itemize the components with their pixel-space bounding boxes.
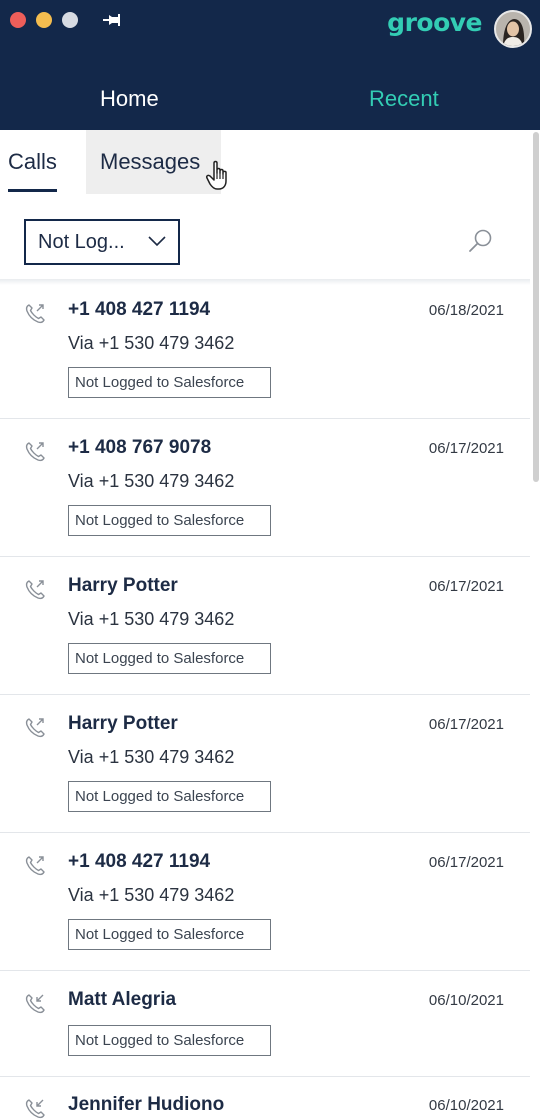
active-tab-indicator bbox=[8, 189, 57, 192]
call-via-number: Via +1 530 479 3462 bbox=[68, 333, 235, 353]
tab-messages-label: Messages bbox=[100, 149, 201, 174]
chevron-down-icon bbox=[148, 236, 166, 247]
tab-calls-label: Calls bbox=[8, 149, 57, 174]
phone-outgoing-icon bbox=[25, 856, 45, 876]
caller-name[interactable]: Harry Potter bbox=[68, 575, 178, 597]
call-row[interactable]: Harry Potter 06/17/2021 Via +1 530 479 3… bbox=[0, 695, 532, 833]
user-avatar[interactable] bbox=[494, 10, 532, 48]
tab-messages[interactable]: Messages bbox=[86, 130, 221, 194]
caller-name[interactable]: Harry Potter bbox=[68, 713, 178, 735]
phone-outgoing-icon bbox=[25, 718, 45, 738]
hand-cursor-icon bbox=[206, 160, 227, 190]
minimize-window-button[interactable] bbox=[36, 12, 52, 28]
caller-name[interactable]: Jennifer Hudiono bbox=[68, 1094, 224, 1116]
call-date: 06/18/2021 bbox=[428, 302, 504, 319]
tab-calls[interactable]: Calls bbox=[8, 130, 57, 194]
phone-incoming-icon bbox=[25, 1099, 45, 1119]
salesforce-status-badge[interactable]: Not Logged to Salesforce bbox=[68, 643, 271, 674]
close-window-button[interactable] bbox=[10, 12, 26, 28]
call-row[interactable]: Harry Potter 06/17/2021 Via +1 530 479 3… bbox=[0, 557, 532, 695]
maximize-window-button[interactable] bbox=[62, 12, 78, 28]
filter-value: Not Log... bbox=[38, 231, 125, 253]
call-date: 06/10/2021 bbox=[428, 1097, 504, 1114]
call-via-number: Via +1 530 479 3462 bbox=[68, 471, 235, 491]
nav-tab-recent[interactable]: Recent bbox=[369, 82, 439, 116]
salesforce-status-badge[interactable]: Not Logged to Salesforce bbox=[68, 781, 271, 812]
call-row[interactable]: +1 408 427 1194 06/18/2021 Via +1 530 47… bbox=[0, 281, 532, 419]
phone-outgoing-icon bbox=[25, 580, 45, 600]
call-row[interactable]: +1 408 427 1194 06/17/2021 Via +1 530 47… bbox=[0, 833, 532, 971]
salesforce-status-badge[interactable]: Not Logged to Salesforce bbox=[68, 505, 271, 536]
caller-name[interactable]: +1 408 427 1194 bbox=[68, 299, 210, 321]
call-date: 06/17/2021 bbox=[428, 578, 504, 595]
window-controls bbox=[10, 12, 78, 28]
salesforce-status-badge[interactable]: Not Logged to Salesforce bbox=[68, 919, 271, 950]
caller-name[interactable]: Matt Alegria bbox=[68, 989, 176, 1011]
call-via-number: Via +1 530 479 3462 bbox=[68, 609, 235, 629]
log-status-filter-select[interactable]: Not Log... bbox=[24, 219, 180, 265]
phone-outgoing-icon bbox=[25, 304, 45, 324]
groove-logo: groove bbox=[387, 8, 482, 37]
nav-tab-home[interactable]: Home bbox=[100, 82, 159, 116]
salesforce-status-badge[interactable]: Not Logged to Salesforce bbox=[68, 367, 271, 398]
call-via-number: Via +1 530 479 3462 bbox=[68, 885, 235, 905]
call-date: 06/17/2021 bbox=[428, 854, 504, 871]
phone-incoming-icon bbox=[25, 994, 45, 1014]
subtab-bar: Calls Messages bbox=[0, 130, 540, 196]
call-via-number: Via +1 530 479 3462 bbox=[68, 747, 235, 767]
call-date: 06/17/2021 bbox=[428, 716, 504, 733]
call-row[interactable]: Jennifer Hudiono 06/10/2021 bbox=[0, 1077, 532, 1120]
caller-name[interactable]: +1 408 427 1194 bbox=[68, 851, 210, 873]
search-icon[interactable] bbox=[468, 228, 494, 254]
salesforce-status-badge[interactable]: Not Logged to Salesforce bbox=[68, 1025, 271, 1056]
scrollbar-thumb[interactable] bbox=[533, 132, 539, 482]
call-date: 06/17/2021 bbox=[428, 440, 504, 457]
call-row[interactable]: Matt Alegria 06/10/2021 Not Logged to Sa… bbox=[0, 971, 532, 1077]
pin-icon[interactable] bbox=[102, 12, 122, 28]
call-row[interactable]: +1 408 767 9078 06/17/2021 Via +1 530 47… bbox=[0, 419, 532, 557]
caller-name[interactable]: +1 408 767 9078 bbox=[68, 437, 211, 459]
phone-outgoing-icon bbox=[25, 442, 45, 462]
app-header: groove Home Recent bbox=[0, 0, 540, 130]
call-date: 06/10/2021 bbox=[428, 992, 504, 1009]
